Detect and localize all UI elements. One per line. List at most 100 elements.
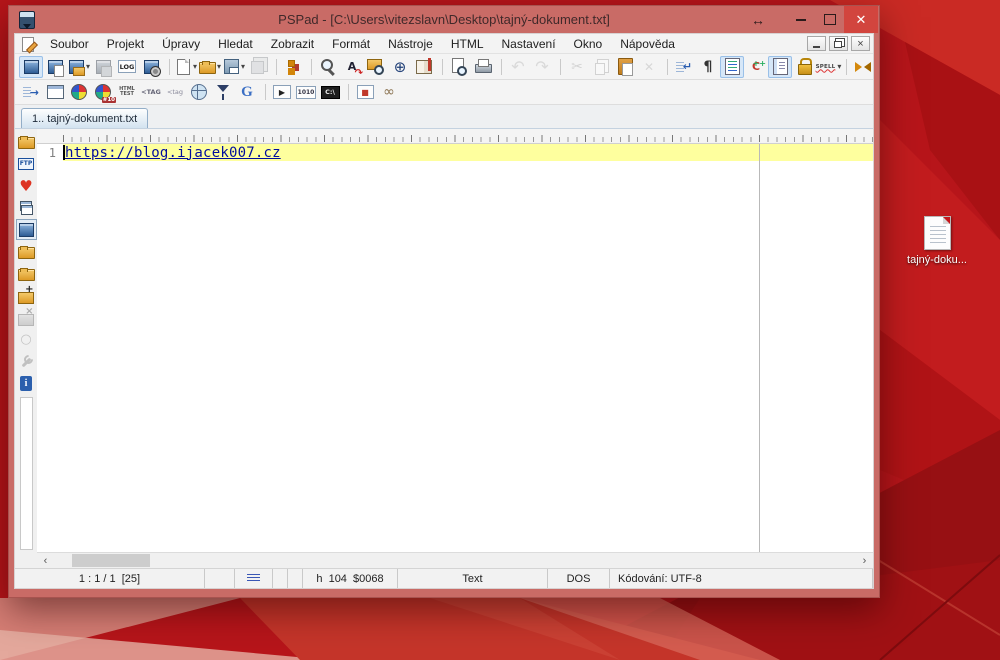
print-preview-button[interactable]: ▾ (447, 56, 471, 78)
mdi-minimize-button[interactable] (807, 36, 826, 51)
folder-remove-button[interactable] (16, 307, 37, 328)
delete-button[interactable]: ✕▾ (637, 56, 661, 78)
menu-upravy[interactable]: Úpravy (153, 34, 209, 54)
highlighter-button[interactable]: C▾ (744, 56, 768, 78)
search-button[interactable]: ▾ (316, 56, 340, 78)
save-all-button[interactable]: ▾ (246, 56, 270, 78)
horizontal-scrollbar[interactable]: ‹ › (37, 552, 873, 568)
desktop-icon-tajny-dokument[interactable]: tajný-doku... (900, 216, 974, 266)
status-text: Text (462, 573, 482, 585)
view-glasses-button[interactable]: ∞▾ (377, 81, 401, 103)
color-picker-button[interactable]: ▾ (67, 81, 91, 103)
titlebar[interactable]: PSPad - [C:\Users\vitezslavn\Desktop\taj… (9, 6, 879, 33)
menu-items: Soubor Projekt Úpravy Hledat Zobrazit Fo… (41, 34, 684, 54)
project-open-button[interactable]: ▾ (67, 56, 91, 78)
scroll-left-button[interactable]: ‹ (37, 553, 54, 568)
new-file-button[interactable]: ▾ (174, 56, 198, 78)
html-check-button[interactable]: ▾ (115, 81, 139, 103)
maximize-button[interactable] (815, 6, 844, 33)
open-file-button[interactable]: ▾ (198, 56, 222, 78)
menu-napoveda[interactable]: Nápověda (611, 34, 684, 54)
info-button[interactable]: i (16, 373, 37, 394)
replace-button[interactable]: A▾ (340, 56, 364, 78)
text-area[interactable]: 1 https://blog.ijacek007.cz (37, 144, 873, 552)
project-new-button[interactable]: ▾ (19, 56, 43, 78)
dropdown-arrow-icon[interactable]: ▾ (193, 62, 197, 71)
menu-html[interactable]: HTML (442, 34, 493, 54)
dialog-editor-button[interactable]: ▾ (43, 81, 67, 103)
save-file-button[interactable]: ▾ (222, 56, 246, 78)
resize-arrows-icon[interactable]: ↔ (744, 6, 772, 33)
menu-zobrazit[interactable]: Zobrazit (262, 34, 323, 54)
copy-button[interactable]: ▾ (589, 56, 613, 78)
read-only-button[interactable]: ▾ (792, 56, 816, 78)
project-save-button[interactable]: ▾ (91, 56, 115, 78)
project-cube-icon (17, 220, 36, 240)
editor-pane[interactable]: 1 https://blog.ijacek007.cz (37, 129, 873, 552)
paste-button[interactable]: ▾ (613, 56, 637, 78)
panel-windows-button[interactable] (16, 197, 37, 218)
menu-soubor[interactable]: Soubor (41, 34, 98, 54)
save-all-icon (248, 57, 268, 77)
scroll-right-button[interactable]: › (856, 553, 873, 568)
reformat-button[interactable]: →▾ (19, 81, 43, 103)
color-code-button[interactable]: ▾ (91, 81, 115, 103)
search-in-files-button[interactable]: ▾ (364, 56, 388, 78)
panel-ftp-button[interactable]: FTP (16, 153, 37, 174)
scrollbar-thumb[interactable] (72, 554, 150, 567)
menu-okno[interactable]: Okno (565, 34, 612, 54)
spell-check-button[interactable]: SPELL▾ (816, 56, 840, 78)
show-formatting-button[interactable]: ¶▾ (696, 56, 720, 78)
folder-add-button[interactable] (16, 285, 37, 306)
dropdown-arrow-icon[interactable]: ▾ (86, 62, 90, 71)
menu-hledat[interactable]: Hledat (209, 34, 262, 54)
bookmarks-button[interactable]: ▾ (412, 56, 436, 78)
stay-on-top-button[interactable]: ▾ (851, 56, 875, 78)
redo-button[interactable]: ↷▾ (530, 56, 554, 78)
recent-files-button[interactable]: ○ (16, 329, 37, 350)
menu-nastroje[interactable]: Nástroje (379, 34, 442, 54)
record-macro-button[interactable]: ■▾ (353, 81, 377, 103)
tab-tajny-dokument[interactable]: 1.. tajný-dokument.txt (21, 108, 148, 128)
dropdown-arrow-icon[interactable]: ▾ (241, 62, 245, 71)
dropdown-arrow-icon[interactable]: ▾ (837, 62, 841, 71)
word-wrap-button[interactable]: ↵▾ (672, 56, 696, 78)
tag-lowercase-button[interactable]: <tag▾ (163, 81, 187, 103)
close-button[interactable]: ✕ (844, 6, 878, 33)
run-script-button[interactable]: ▶▾ (270, 81, 294, 103)
google-search-button[interactable]: G▾ (235, 81, 259, 103)
cut-button[interactable]: ✂▾ (565, 56, 589, 78)
panel-files-button[interactable] (16, 131, 37, 152)
mdi-close-button[interactable]: × (851, 36, 870, 51)
menu-projekt[interactable]: Projekt (98, 34, 153, 54)
number-converter-button[interactable]: 1010▾ (294, 81, 318, 103)
tools-button[interactable] (16, 351, 37, 372)
menu-format[interactable]: Formát (323, 34, 379, 54)
undo-button[interactable]: ↶▾ (506, 56, 530, 78)
project-settings-button[interactable]: ▾ (139, 56, 163, 78)
panel-favorites-button[interactable]: ♥ (16, 175, 37, 196)
goto-line-button[interactable]: ⊕▾ (388, 56, 412, 78)
command-line-button[interactable]: C:\▾ (318, 81, 342, 103)
side-panel-strip: FTP ♥ ○ (15, 129, 37, 552)
menu-nastaveni[interactable]: Nastavení (493, 34, 565, 54)
line-numbers-button[interactable]: ▾ (768, 56, 792, 78)
validator-button[interactable]: ▾ (211, 81, 235, 103)
browser-preview-button[interactable]: ▾ (187, 81, 211, 103)
project-add-file-button[interactable]: ▾ (43, 56, 67, 78)
folder-shortcut-2-button[interactable] (16, 263, 37, 284)
scrollbar-track[interactable] (150, 553, 856, 568)
dropdown-arrow-icon[interactable]: ▾ (217, 62, 221, 71)
tag-uppercase-button[interactable]: <TAG▾ (139, 81, 163, 103)
log-window-button[interactable]: LOG▾ (115, 56, 139, 78)
highlighted-line[interactable]: https://blog.ijacek007.cz (63, 144, 873, 161)
panel-project-button[interactable] (16, 219, 37, 240)
mdi-restore-button[interactable] (829, 36, 848, 51)
folder-shortcut-1-button[interactable] (16, 241, 37, 262)
minimize-button[interactable] (786, 6, 815, 33)
code-line-1[interactable]: 1 https://blog.ijacek007.cz (37, 144, 873, 161)
print-button[interactable]: ▾ (471, 56, 495, 78)
code-explorer-button[interactable]: ▾ (281, 56, 305, 78)
document-edit-icon[interactable] (19, 36, 39, 52)
syntax-view-button[interactable]: ▾ (720, 56, 744, 78)
